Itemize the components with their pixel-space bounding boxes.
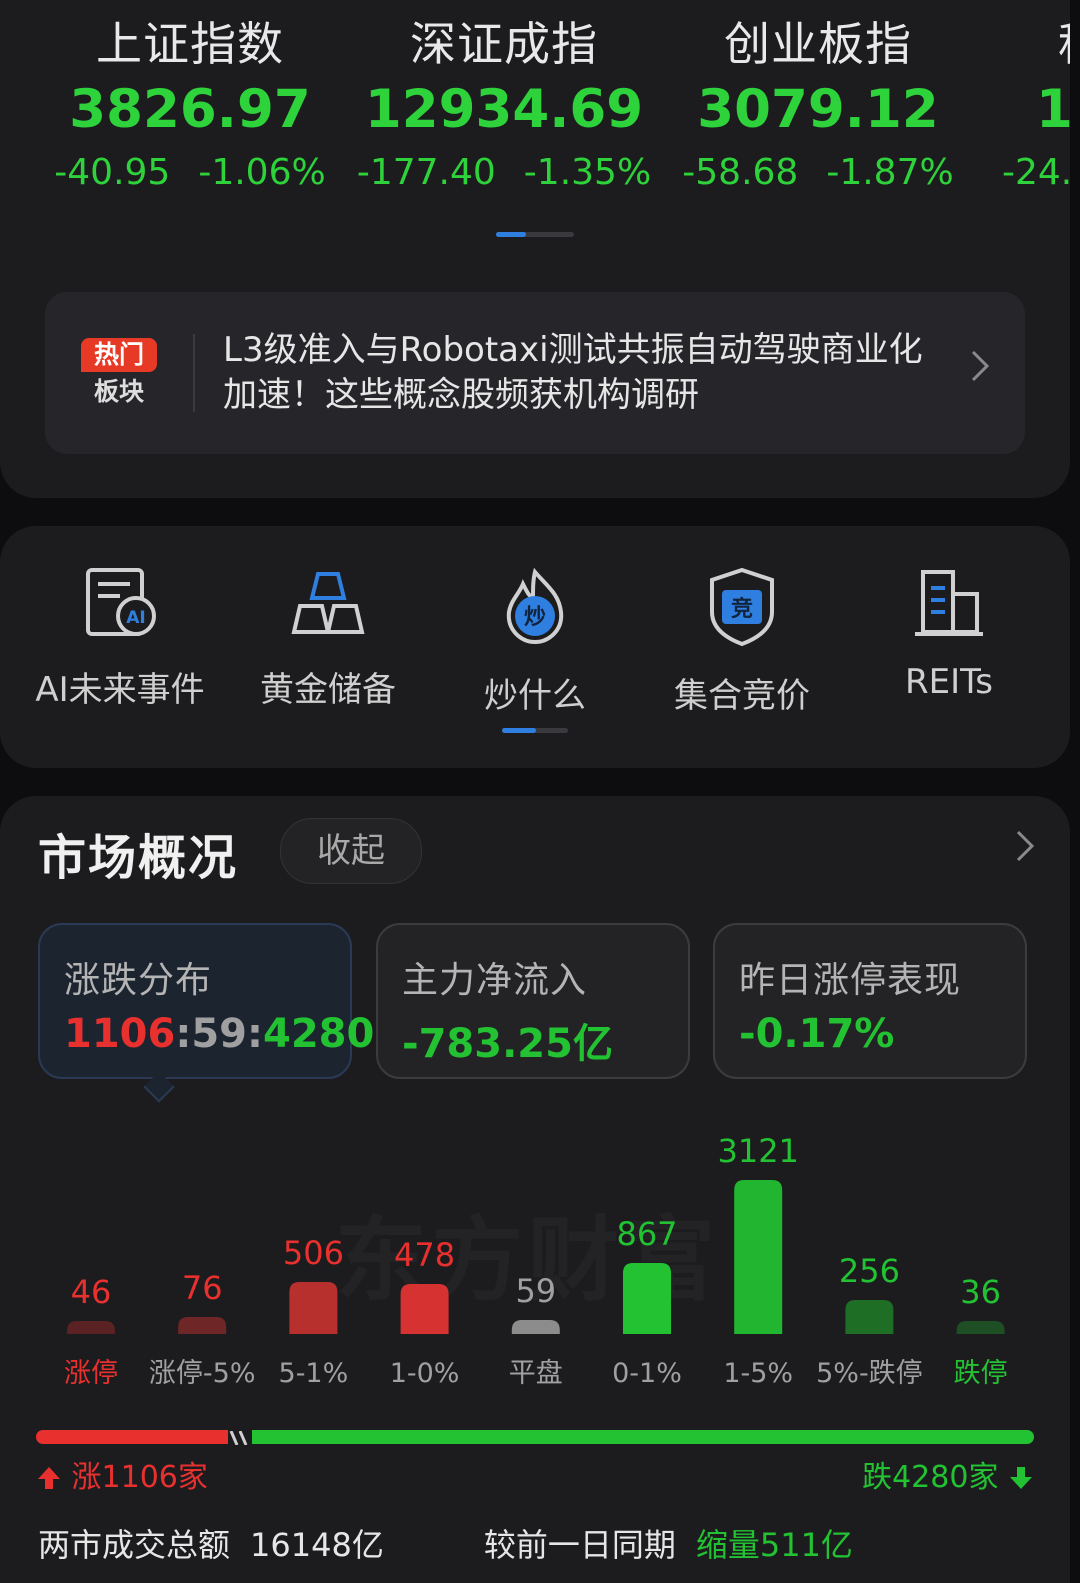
shortcut-auction[interactable]: 竞 集合竞价 [642, 566, 842, 717]
bar-value-label: 3121 [717, 1132, 798, 1170]
bar-value-label: 478 [394, 1236, 455, 1274]
rise-fall-bar [36, 1430, 1034, 1446]
fall-segment [252, 1430, 1034, 1444]
bar-2 [289, 1282, 338, 1334]
svg-text:AI: AI [126, 608, 145, 628]
bar-5 [623, 1263, 671, 1334]
bar-value-label: 36 [960, 1273, 1001, 1311]
bar-category-label: 涨停 [64, 1358, 118, 1389]
bar-category-label: 平盘 [509, 1358, 563, 1389]
rise-segment [36, 1430, 228, 1444]
index-change: -24. [1002, 152, 1070, 193]
bar-value-label: 46 [71, 1273, 112, 1311]
turnover-row: 两市成交总额 16148亿 较前一日同期 缩量511亿 [38, 1526, 853, 1564]
collapse-button[interactable]: 收起 [280, 818, 422, 884]
bar-value-label: 76 [182, 1269, 223, 1307]
svg-text:竞: 竞 [731, 596, 753, 622]
index-pager [496, 232, 574, 237]
index-change: -177.40 -1.35% [356, 152, 652, 193]
bar-category-label: 跌停 [954, 1358, 1008, 1389]
building-icon [849, 566, 1049, 640]
index-value: 3826.97 [69, 79, 311, 140]
rise-count: 涨1106家 [36, 1452, 208, 1496]
ai-events-icon: AI [20, 566, 220, 640]
bar-value-label: 506 [283, 1234, 344, 1272]
bar-0 [67, 1321, 115, 1334]
bar-3 [400, 1284, 449, 1334]
bar-value-label: 256 [839, 1252, 900, 1290]
bid-shield-icon: 竞 [642, 566, 842, 646]
index-card-sz[interactable]: 深证成指 12934.69 -177.40 -1.35% [354, 14, 654, 200]
index-name: 深证成指 [410, 17, 598, 71]
stat-yesterday-limit-tab[interactable]: 昨日涨停表现 -0.17% [713, 923, 1027, 1079]
index-name: 创业板指 [724, 17, 912, 71]
bar-6 [734, 1180, 783, 1334]
hot-sector-badge: 热门 板块 [81, 338, 157, 408]
arrow-up-icon [36, 1460, 62, 1495]
arrow-down-icon [1008, 1460, 1034, 1495]
divider [193, 334, 195, 412]
index-value: 3079.12 [697, 79, 939, 140]
shortcut-gold[interactable]: 黄金储备 [228, 566, 428, 711]
index-change: -40.95 -1.06% [54, 152, 326, 193]
stat-main-flow-tab[interactable]: 主力净流入 -783.25亿 [376, 923, 690, 1079]
bar-category-label: 1-0% [390, 1358, 460, 1389]
hot-sector-banner[interactable]: 热门 板块 L3级准入与Robotaxi测试共振自动驾驶商业化加速！这些概念股频… [45, 292, 1025, 454]
bar-value-label: 867 [616, 1215, 677, 1253]
bar-category-label: 5%-跌停 [816, 1358, 923, 1389]
svg-text:炒: 炒 [524, 605, 546, 630]
shortcut-bar: AI AI未来事件 黄金储备 炒 炒什么 竞 集合竞价 REITs [0, 526, 1070, 768]
gold-bars-icon [228, 566, 428, 640]
distribution-chart: 46 涨停 76 涨停-5% 506 5-1% 478 1-0% 59 平盘 867 0-1% 3121… [64, 1132, 1008, 1389]
shortcut-reits[interactable]: REITs [849, 566, 1049, 702]
index-card-kc[interactable]: 科 1 -24. [1002, 14, 1070, 200]
turnover-value: 16148亿 [250, 1526, 384, 1564]
shortcut-ai-events[interactable]: AI AI未来事件 [20, 566, 220, 711]
index-name: 上证指数 [96, 17, 284, 71]
flat-segment [228, 1430, 252, 1446]
turnover-compare-value: 缩量511亿 [695, 1526, 853, 1564]
bar-category-label: 5-1% [279, 1358, 349, 1389]
hot-sector-headline: L3级准入与Robotaxi测试共振自动驾驶商业化加速！这些概念股频获机构调研 [223, 330, 923, 415]
index-value: 12934.69 [364, 79, 644, 140]
section-title: 市场概况 [38, 830, 239, 886]
bar-8 [956, 1321, 1005, 1334]
chevron-right-icon[interactable] [1014, 822, 1036, 878]
fall-count: 跌4280家 [862, 1452, 1034, 1496]
market-overview-panel: 市场概况 收起 涨跌分布 1106:59:4280 主力净流入 -783.25亿… [0, 796, 1070, 1583]
bar-7 [845, 1300, 894, 1334]
bar-category-label: 1-5% [723, 1358, 793, 1389]
stat-distribution-tab[interactable]: 涨跌分布 1106:59:4280 [38, 923, 374, 1079]
index-card-cyb[interactable]: 创业板指 3079.12 -58.68 -1.87% [668, 14, 968, 200]
bar-1 [178, 1317, 227, 1334]
index-panel: 上证指数 3826.97 -40.95 -1.06% 深证成指 12934.69 … [0, 0, 1070, 498]
distribution-ratio: 1106:59:4280 [64, 1011, 375, 1057]
bar-category-label: 涨停-5% [149, 1358, 256, 1389]
bar-category-label: 0-1% [612, 1358, 682, 1389]
shortcut-hot-topics[interactable]: 炒 炒什么 [435, 566, 635, 717]
chevron-right-icon [969, 346, 991, 397]
index-name: 科 [1002, 14, 1070, 74]
index-change: -58.68 -1.87% [682, 152, 954, 193]
bar-value-label: 59 [515, 1272, 556, 1310]
index-value: 1 [1036, 79, 1070, 140]
index-card-sh[interactable]: 上证指数 3826.97 -40.95 -1.06% [40, 14, 340, 200]
shortcut-pager [502, 728, 568, 733]
fire-icon: 炒 [435, 566, 635, 646]
bar-4 [511, 1320, 560, 1334]
